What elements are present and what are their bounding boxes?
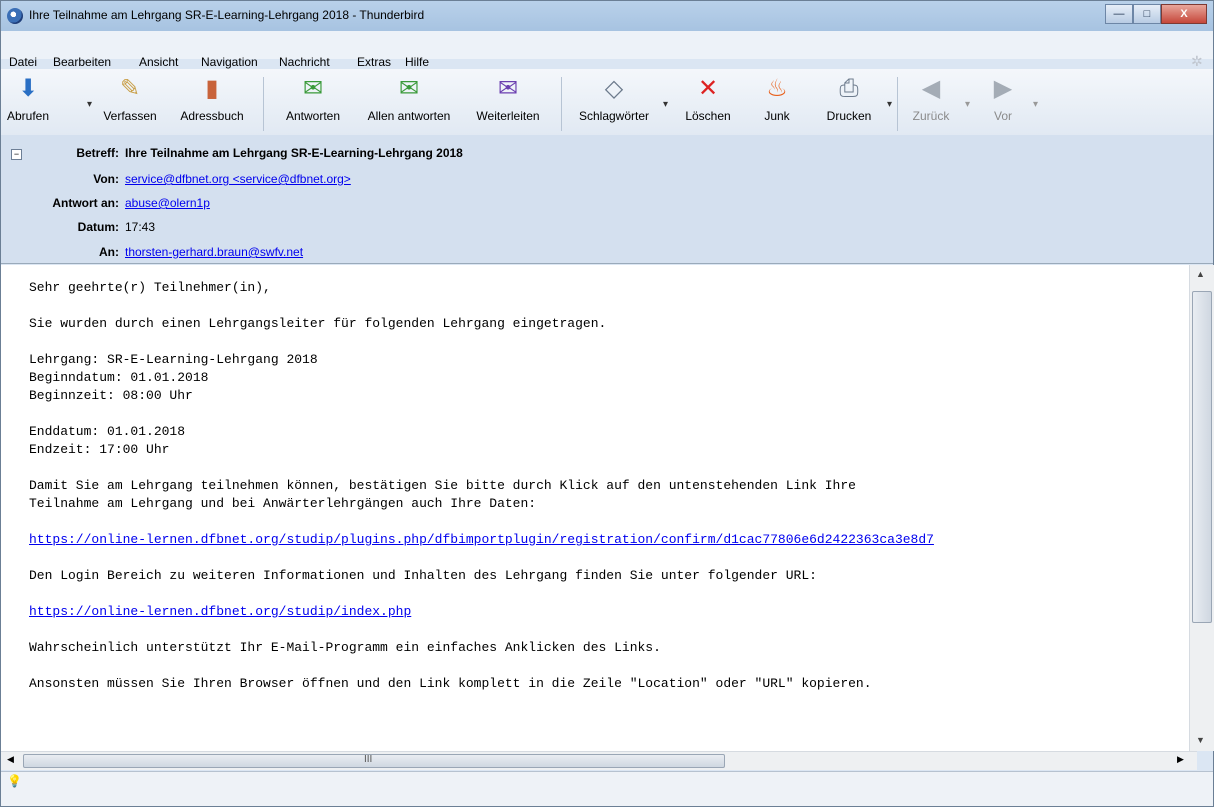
forward-icon: ✉: [497, 75, 519, 102]
menu-nachricht[interactable]: Nachricht: [279, 55, 330, 69]
compose-icon: ✎: [119, 75, 141, 102]
scroll-down-icon[interactable]: ▼: [1196, 735, 1205, 745]
scroll-right-icon[interactable]: ▶: [1177, 754, 1184, 765]
print-button[interactable]: ⎙ Drucken: [817, 75, 881, 123]
to-label: An:: [99, 245, 119, 259]
horizontal-scrollbar[interactable]: ◀ III ▶: [1, 751, 1197, 770]
thunderbird-logo-icon: [7, 8, 23, 24]
login-url-link[interactable]: https://online-lernen.dfbnet.org/studip/…: [29, 604, 411, 619]
print-icon: ⎙: [839, 75, 859, 102]
delete-button[interactable]: ✕ Löschen: [673, 75, 743, 123]
print-dropdown-icon[interactable]: ▾: [887, 99, 892, 110]
reply-icon: ✉: [302, 75, 324, 102]
reply-all-button[interactable]: ✉ Allen antworten: [357, 75, 461, 123]
back-icon: ◀: [921, 75, 941, 102]
body-line: Ansonsten müssen Sie Ihren Browser öffne…: [29, 676, 872, 691]
collapse-header-icon[interactable]: −: [11, 149, 22, 160]
body-line: Sie wurden durch einen Lehrgangsleiter f…: [29, 316, 607, 331]
address-book-button[interactable]: ▮ Adressbuch: [171, 75, 253, 123]
minimize-button[interactable]: —: [1105, 4, 1133, 24]
to-link[interactable]: thorsten-gerhard.braun@swfv.net: [125, 245, 303, 259]
subject-label: Betreff:: [76, 146, 119, 160]
junk-button[interactable]: ♨ Junk: [755, 75, 799, 123]
tag-dropdown-icon[interactable]: ▾: [663, 99, 668, 110]
scroll-thumb-grip: III: [364, 754, 373, 765]
body-line: Lehrgang: SR-E-Learning-Lehrgang 2018: [29, 352, 318, 367]
body-line: Sehr geehrte(r) Teilnehmer(in),: [29, 280, 271, 295]
menu-extras[interactable]: Extras: [357, 55, 391, 69]
toolbar-separator: [561, 77, 562, 131]
toolbar-separator: [263, 77, 264, 131]
reply-button[interactable]: ✉ Antworten: [271, 75, 355, 123]
from-label: Von:: [93, 172, 119, 186]
scroll-up-icon[interactable]: ▲: [1196, 269, 1205, 279]
date-label: Datum:: [77, 220, 119, 234]
body-line: Beginndatum: 01.01.2018: [29, 370, 209, 385]
body-line: Beginnzeit: 08:00 Uhr: [29, 388, 193, 403]
date-value: 17:43: [125, 220, 156, 234]
reply-all-icon: ✉: [398, 75, 420, 102]
delete-icon: ✕: [697, 75, 719, 102]
menu-hilfe[interactable]: Hilfe: [405, 55, 429, 69]
get-mail-icon: ⬇: [17, 75, 39, 102]
message-header: − Betreff: Ihre Teilnahme am Lehrgang SR…: [1, 135, 1213, 264]
forward-button[interactable]: ✉ Weiterleiten: [463, 75, 553, 123]
horizontal-scroll-thumb[interactable]: III: [23, 754, 725, 768]
forward-nav-dropdown-icon[interactable]: ▾: [1033, 99, 1038, 110]
vertical-scroll-thumb[interactable]: [1192, 291, 1212, 623]
body-line: Den Login Bereich zu weiteren Informatio…: [29, 568, 817, 583]
thunderbird-window: Ihre Teilnahme am Lehrgang SR-E-Learning…: [0, 0, 1214, 807]
menu-ansicht[interactable]: Ansicht: [139, 55, 178, 69]
title-bar[interactable]: Ihre Teilnahme am Lehrgang SR-E-Learning…: [1, 1, 1213, 31]
reply-to-label: Antwort an:: [52, 196, 119, 210]
maximize-button[interactable]: □: [1133, 4, 1161, 24]
subject-value: Ihre Teilnahme am Lehrgang SR-E-Learning…: [125, 146, 463, 160]
status-bar: 💡: [1, 771, 1213, 806]
get-mail-dropdown-icon[interactable]: ▾: [87, 99, 92, 110]
forward-nav-button[interactable]: ▶ Vor: [977, 75, 1029, 123]
tip-lightbulb-icon: 💡: [7, 774, 22, 788]
menu-navigation[interactable]: Navigation: [201, 55, 258, 69]
body-line: Wahrscheinlich unterstützt Ihr E-Mail-Pr…: [29, 640, 661, 655]
menu-bar: Datei Bearbeiten Ansicht Navigation Nach…: [1, 31, 1213, 69]
body-line: Teilnahme am Lehrgang und bei Anwärterle…: [29, 496, 537, 511]
message-text: Sehr geehrte(r) Teilnehmer(in), Sie wurd…: [29, 279, 934, 693]
window-title: Ihre Teilnahme am Lehrgang SR-E-Learning…: [29, 8, 425, 22]
body-line: Enddatum: 01.01.2018: [29, 424, 186, 439]
get-mail-button[interactable]: ⬇ Abrufen: [5, 75, 51, 123]
menu-datei[interactable]: Datei: [9, 55, 37, 69]
scroll-left-icon[interactable]: ◀: [7, 754, 14, 765]
back-dropdown-icon[interactable]: ▾: [965, 99, 970, 110]
confirm-registration-link[interactable]: https://online-lernen.dfbnet.org/studip/…: [29, 532, 934, 547]
forward-nav-icon: ▶: [993, 75, 1013, 102]
junk-icon: ♨: [766, 75, 788, 102]
back-button[interactable]: ◀ Zurück: [903, 75, 959, 123]
main-toolbar: ⬇ Abrufen ▾ ✎ Verfassen ▮ Adressbuch ✉ A…: [1, 69, 1213, 136]
compose-button[interactable]: ✎ Verfassen: [97, 75, 163, 123]
body-line: Damit Sie am Lehrgang teilnehmen können,…: [29, 478, 856, 493]
tag-button[interactable]: ◇ Schlagwörter: [567, 75, 661, 123]
reply-to-link[interactable]: abuse@olern1p: [125, 196, 210, 210]
vertical-scrollbar[interactable]: ▲ ▼: [1189, 265, 1214, 751]
address-book-icon: ▮: [205, 75, 219, 102]
activity-throbber-icon: ✲: [1191, 53, 1203, 69]
close-button[interactable]: X: [1161, 4, 1207, 24]
menu-bearbeiten[interactable]: Bearbeiten: [53, 55, 111, 69]
tag-icon: ◇: [604, 75, 624, 102]
body-line: Endzeit: 17:00 Uhr: [29, 442, 170, 457]
message-body[interactable]: Sehr geehrte(r) Teilnehmer(in), Sie wurd…: [1, 265, 1197, 751]
from-link[interactable]: service@dfbnet.org <service@dfbnet.org>: [125, 172, 351, 186]
toolbar-separator: [897, 77, 898, 131]
